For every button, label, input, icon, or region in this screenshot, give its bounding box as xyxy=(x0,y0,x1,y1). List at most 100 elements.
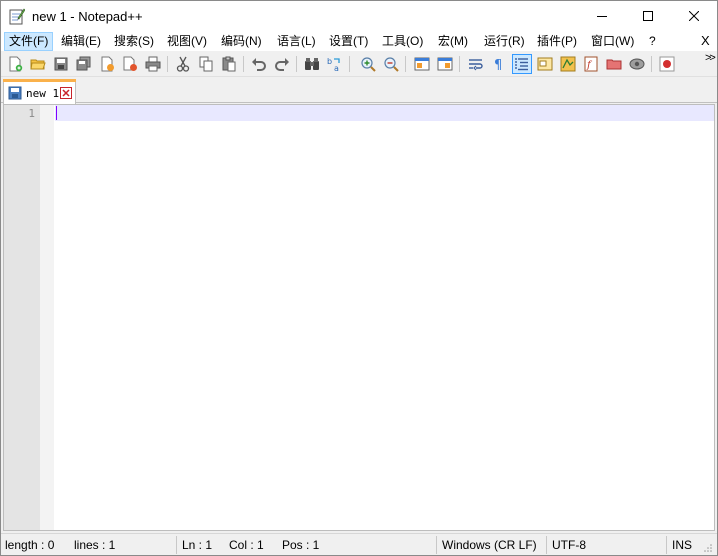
status-separator xyxy=(546,536,547,554)
close-file-button[interactable] xyxy=(97,54,117,74)
open-folder-icon xyxy=(30,59,46,70)
scissors-icon xyxy=(176,56,190,72)
tab-label: new 1 xyxy=(26,87,60,100)
current-line-highlight[interactable] xyxy=(55,105,714,121)
menu-macro[interactable]: 宏(M) xyxy=(434,32,472,51)
status-separator xyxy=(436,536,437,554)
menu-file[interactable]: 文件(F) xyxy=(4,32,54,51)
svg-text:b: b xyxy=(327,57,332,66)
toolbar-separator xyxy=(405,56,406,72)
tab-new-1[interactable]: new 1 xyxy=(3,79,76,104)
find-button[interactable] xyxy=(302,54,322,74)
title-bar[interactable]: new 1 - Notepad++ xyxy=(1,1,717,31)
record-macro-button[interactable] xyxy=(657,54,677,74)
minimize-button[interactable] xyxy=(579,1,625,31)
close-icon xyxy=(689,11,699,21)
redo-button[interactable] xyxy=(272,54,292,74)
status-separator xyxy=(176,536,177,554)
svg-text:a: a xyxy=(334,64,339,72)
monitoring-button[interactable] xyxy=(627,54,647,74)
new-file-button[interactable] xyxy=(5,54,25,74)
menu-help[interactable]: ? xyxy=(645,32,660,51)
paste-icon xyxy=(222,56,236,72)
zoom-in-icon xyxy=(361,57,376,72)
menu-encoding[interactable]: 编码(N) xyxy=(217,32,266,51)
menu-view[interactable]: 视图(V) xyxy=(163,32,211,51)
new-file-icon xyxy=(9,56,23,72)
toolbar-separator xyxy=(349,56,350,72)
sync-horizontal-icon xyxy=(437,57,453,71)
status-bar: length : 0 lines : 1 Ln : 1 Col : 1 Pos … xyxy=(1,533,717,555)
status-separator xyxy=(666,536,667,554)
status-lines: lines : 1 xyxy=(74,538,116,552)
folder-as-workspace-button[interactable] xyxy=(604,54,624,74)
save-button[interactable] xyxy=(51,54,71,74)
sync-vertical-scroll-button[interactable] xyxy=(412,54,432,74)
maximize-icon xyxy=(643,11,653,21)
fold-margin[interactable] xyxy=(40,105,54,530)
status-column: Col : 1 xyxy=(229,538,264,552)
sync-vertical-icon xyxy=(414,57,430,71)
word-wrap-button[interactable] xyxy=(466,54,486,74)
menu-bar: 文件(F) 编辑(E) 搜索(S) 视图(V) 编码(N) 语言(L) 设置(T… xyxy=(1,31,717,51)
menu-plugins[interactable]: 插件(P) xyxy=(533,32,581,51)
record-icon xyxy=(659,56,675,72)
close-button[interactable] xyxy=(671,1,717,31)
sync-horizontal-scroll-button[interactable] xyxy=(435,54,455,74)
zoom-out-icon xyxy=(384,57,399,72)
maximize-button[interactable] xyxy=(625,1,671,31)
copy-button[interactable] xyxy=(196,54,216,74)
save-all-icon xyxy=(76,56,91,71)
document-map-icon xyxy=(560,56,576,72)
menu-language[interactable]: 语言(L) xyxy=(273,32,320,51)
undo-button[interactable] xyxy=(249,54,269,74)
menu-window[interactable]: 窗口(W) xyxy=(587,32,638,51)
status-eol-format[interactable]: Windows (CR LF) xyxy=(442,538,537,552)
menu-run[interactable]: 运行(R) xyxy=(480,32,529,51)
redo-icon xyxy=(275,58,289,71)
resize-grip-icon[interactable] xyxy=(703,542,713,556)
close-all-icon xyxy=(123,56,137,71)
paste-button[interactable] xyxy=(219,54,239,74)
function-list-icon: f xyxy=(584,56,598,72)
function-list-button[interactable]: f xyxy=(581,54,601,74)
open-file-button[interactable] xyxy=(28,54,48,74)
toolbar-overflow-button[interactable]: >> xyxy=(705,52,716,64)
status-length: length : 0 xyxy=(5,538,55,552)
menu-settings[interactable]: 设置(T) xyxy=(325,32,372,51)
cut-button[interactable] xyxy=(173,54,193,74)
line-number: 1 xyxy=(28,107,35,120)
word-wrap-icon xyxy=(469,59,483,71)
toolbar: ba ¶ f >> xyxy=(1,51,717,77)
close-all-button[interactable] xyxy=(120,54,140,74)
close-document-button[interactable]: X xyxy=(701,33,710,48)
user-defined-language-button[interactable] xyxy=(535,54,555,74)
tab-active-indicator xyxy=(3,79,76,82)
folder-workspace-icon xyxy=(606,59,622,70)
indent-guide-button[interactable] xyxy=(512,54,532,74)
toolbar-separator xyxy=(243,56,244,72)
menu-edit[interactable]: 编辑(E) xyxy=(57,32,105,51)
document-map-button[interactable] xyxy=(558,54,578,74)
saved-file-icon xyxy=(8,86,22,103)
show-all-characters-button[interactable]: ¶ xyxy=(489,54,509,74)
udl-icon xyxy=(537,57,553,71)
zoom-in-button[interactable] xyxy=(358,54,378,74)
save-icon xyxy=(54,57,68,71)
editor-area[interactable]: 1 xyxy=(3,104,715,531)
status-position: Pos : 1 xyxy=(282,538,320,552)
menu-search[interactable]: 搜索(S) xyxy=(110,32,158,51)
status-insert-mode[interactable]: INS xyxy=(672,538,692,552)
replace-button[interactable]: ba xyxy=(325,54,345,74)
text-caret xyxy=(56,106,57,120)
undo-icon xyxy=(252,58,266,71)
save-all-button[interactable] xyxy=(74,54,94,74)
zoom-out-button[interactable] xyxy=(381,54,401,74)
tab-close-button[interactable] xyxy=(60,87,72,99)
menu-tools[interactable]: 工具(O) xyxy=(378,32,427,51)
status-encoding[interactable]: UTF-8 xyxy=(552,538,586,552)
toolbar-separator xyxy=(167,56,168,72)
minimize-icon xyxy=(597,16,607,17)
print-button[interactable] xyxy=(143,54,163,74)
toolbar-separator xyxy=(459,56,460,72)
